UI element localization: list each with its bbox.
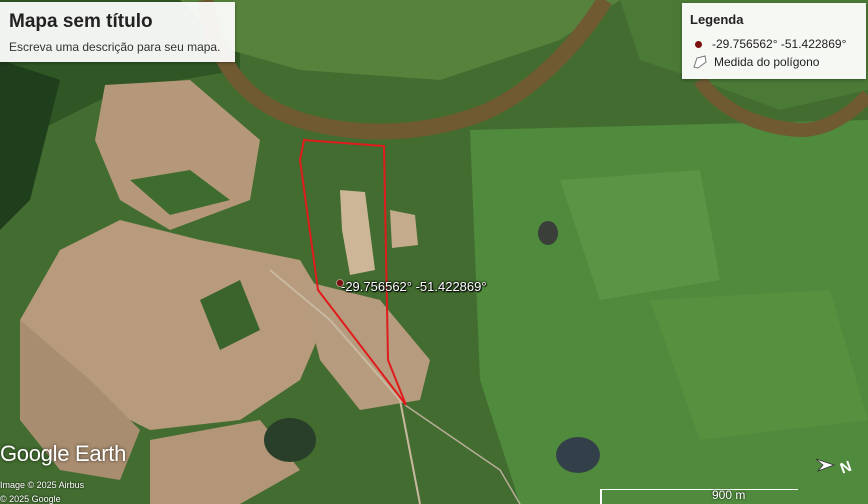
- image-credit: Image © 2025 Airbus: [0, 480, 85, 490]
- legend-item-polygon[interactable]: Medida do polígono: [692, 55, 819, 69]
- map-title: Mapa sem título: [9, 11, 153, 32]
- scale-tick: [600, 489, 602, 504]
- scale-bar: 900 m: [600, 486, 800, 504]
- red-dot-icon: [695, 40, 702, 48]
- legend-item-placemark[interactable]: -29.756562° -51.422869°: [692, 37, 846, 51]
- legend-heading: Legenda: [690, 12, 744, 27]
- polygon-icon: [693, 55, 707, 69]
- legend-item-label: Medida do polígono: [714, 55, 820, 69]
- google-earth-logo: Google Earth: [0, 441, 127, 466]
- scale-label: 900 m: [712, 488, 746, 502]
- map-description: Escreva uma descrição para seu mapa.: [9, 40, 221, 54]
- legend-panel: Legenda -29.756562° -51.422869° Medida d…: [682, 3, 866, 79]
- scale-line: [600, 489, 798, 490]
- google-credit: © 2025 Google: [0, 494, 61, 504]
- map-title-card[interactable]: Mapa sem título Escreva uma descrição pa…: [0, 2, 235, 62]
- legend-item-label: -29.756562° -51.422869°: [712, 37, 847, 51]
- compass-icon[interactable]: N: [814, 451, 860, 481]
- compass-letter: N: [838, 458, 854, 478]
- placemark-label[interactable]: -29.756562° -51.422869°: [341, 279, 487, 294]
